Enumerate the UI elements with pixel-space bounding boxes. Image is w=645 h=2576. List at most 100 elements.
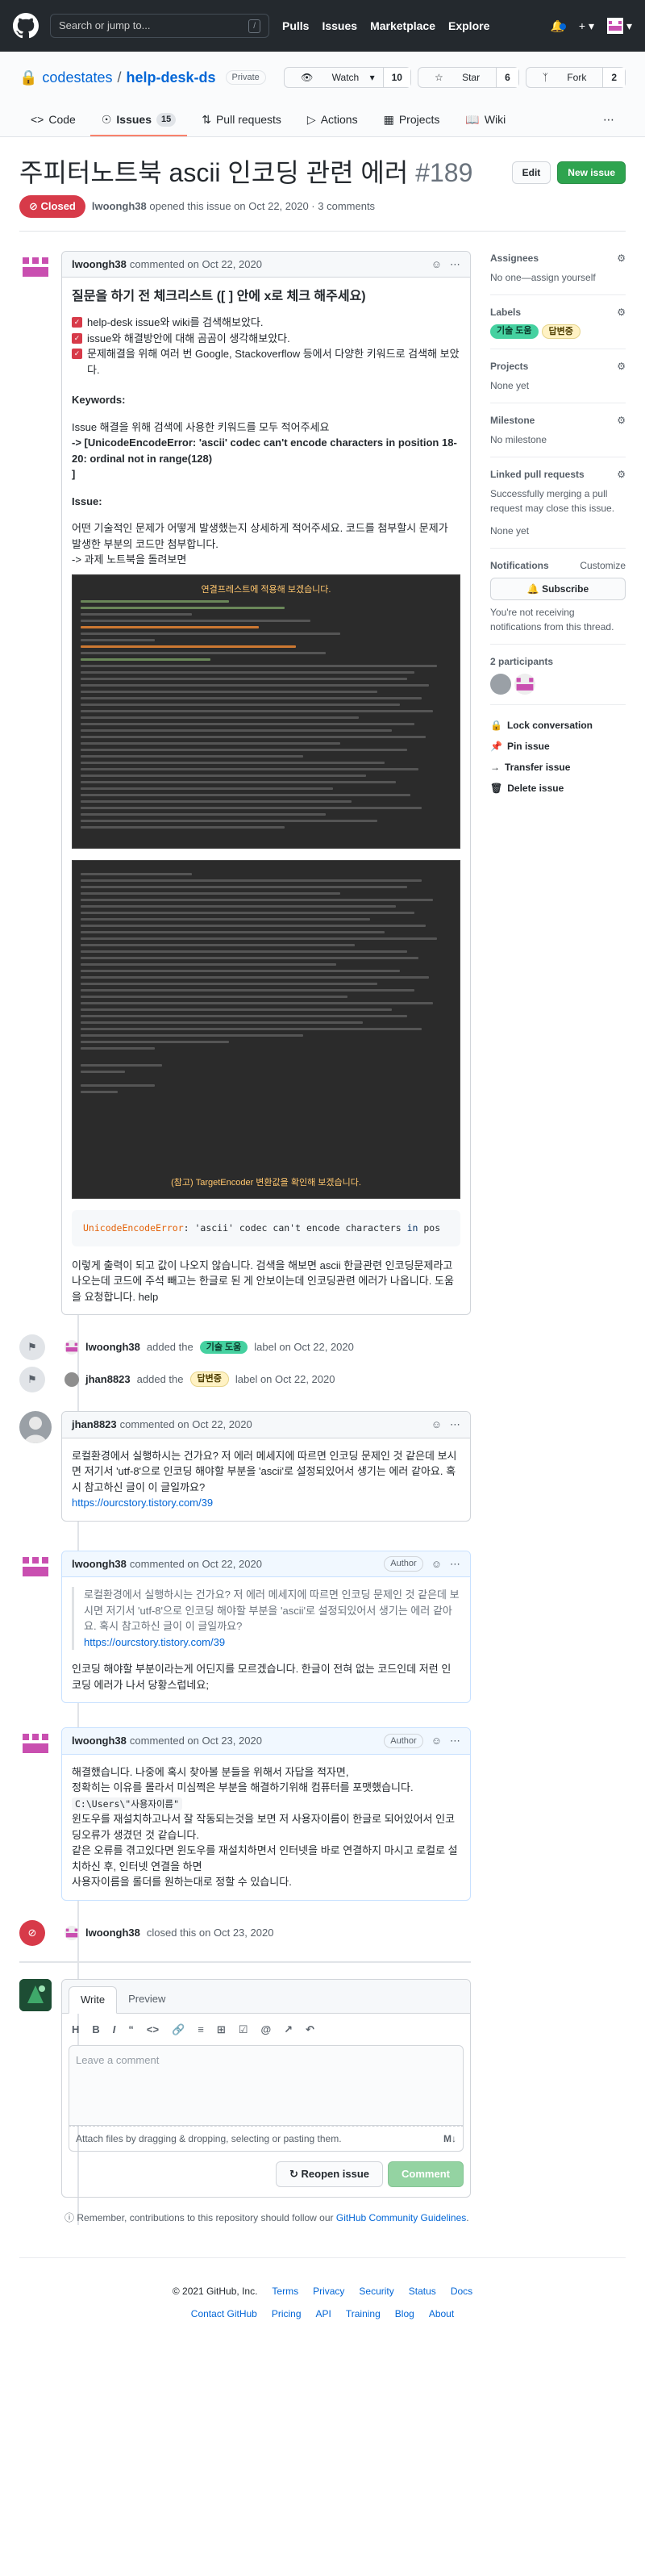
lock-conversation-link[interactable]: 🔒 Lock conversation — [490, 715, 626, 736]
watch-button[interactable]: 👁 Watch ▾ 10 — [284, 67, 411, 88]
smiley-reaction-icon[interactable]: ☺ — [431, 257, 442, 273]
avatar[interactable] — [19, 1550, 52, 1583]
reply-icon[interactable]: ↶ — [306, 2022, 314, 2038]
gear-icon[interactable]: ⚙ — [617, 413, 626, 428]
checkbox-checked-icon[interactable]: ✓ — [72, 349, 82, 359]
nav-marketplace[interactable]: Marketplace — [370, 18, 435, 35]
tab-wiki[interactable]: 📖 Wiki — [454, 105, 517, 136]
footer-link-pricing[interactable]: Pricing — [272, 2307, 302, 2321]
reference-link[interactable]: https://ourcstory.tistory.com/39 — [72, 1497, 213, 1509]
avatar[interactable] — [19, 1411, 52, 1444]
repo-owner-link[interactable]: codestates — [42, 67, 112, 89]
user-avatar[interactable]: ▾ — [606, 18, 632, 35]
comment-author-link[interactable]: jhan8823 — [72, 1417, 117, 1433]
search-input[interactable]: Search or jump to... / — [50, 14, 269, 38]
event-actor-link[interactable]: jhan8823 — [85, 1372, 131, 1388]
bold-icon[interactable]: B — [92, 2022, 99, 2038]
italic-icon[interactable]: I — [113, 2022, 116, 2038]
checkbox-checked-icon[interactable]: ✓ — [72, 332, 82, 344]
smiley-reaction-icon[interactable]: ☺ — [431, 1417, 442, 1433]
link-icon[interactable]: 🔗 — [172, 2022, 185, 2038]
new-issue-button[interactable]: New issue — [557, 161, 626, 184]
mention-icon[interactable]: @ — [260, 2022, 271, 2038]
avatar[interactable] — [19, 1979, 52, 2012]
pin-issue-link[interactable]: 📌 Pin issue — [490, 736, 626, 757]
avatar[interactable] — [19, 1727, 52, 1760]
task-list-icon[interactable]: ☑ — [239, 2022, 248, 2038]
participant-avatar[interactable] — [490, 674, 511, 695]
guidelines-link[interactable]: GitHub Community Guidelines — [336, 2212, 466, 2223]
star-button[interactable]: ☆ Star 6 — [417, 67, 519, 88]
edit-title-button[interactable]: Edit — [511, 161, 551, 184]
label-badge[interactable]: 기술 도움 — [490, 324, 539, 339]
gear-icon[interactable]: ⚙ — [617, 251, 626, 265]
kebab-menu-icon[interactable]: ⋯ — [450, 1417, 460, 1433]
kebab-menu-icon[interactable]: ⋯ — [450, 1556, 460, 1572]
github-logo-icon[interactable] — [13, 13, 39, 39]
unordered-list-icon[interactable]: ≡ — [198, 2022, 204, 2038]
gear-icon[interactable]: ⚙ — [617, 467, 626, 482]
comment-author-link[interactable]: lwoongh38 — [72, 257, 127, 273]
screenshot-image[interactable]: (참고) TargetEncoder 변환값을 확인해 보겠습니다. — [72, 859, 460, 1199]
gear-icon[interactable]: ⚙ — [617, 305, 626, 319]
avatar[interactable] — [64, 1372, 79, 1387]
event-actor-link[interactable]: lwoongh38 — [85, 1925, 140, 1941]
comment-author-link[interactable]: lwoongh38 — [72, 1556, 127, 1572]
smiley-reaction-icon[interactable]: ☺ — [431, 1733, 442, 1749]
tab-code[interactable]: <> Code — [19, 105, 87, 136]
nav-issues[interactable]: Issues — [322, 18, 357, 35]
quoted-link[interactable]: https://ourcstory.tistory.com/39 — [84, 1636, 225, 1648]
footer-link-docs[interactable]: Docs — [451, 2284, 472, 2298]
footer-link-blog[interactable]: Blog — [395, 2307, 414, 2321]
star-count[interactable]: 6 — [496, 68, 518, 87]
create-new-plus-icon[interactable]: + ▾ — [579, 18, 594, 35]
notifications-bell-icon[interactable]: 🔔 — [550, 18, 566, 35]
footer-link-api[interactable]: API — [316, 2307, 331, 2321]
reopen-issue-button[interactable]: ↻ Reopen issue — [275, 2161, 384, 2187]
markdown-icon[interactable]: M↓ — [443, 2131, 456, 2146]
footer-link-training[interactable]: Training — [346, 2307, 381, 2321]
heading-icon[interactable]: H — [72, 2022, 79, 2038]
delete-issue-link[interactable]: 🗑 Delete issue — [490, 778, 626, 799]
participant-avatar[interactable] — [514, 674, 535, 695]
footer-link-contact[interactable]: Contact GitHub — [191, 2307, 257, 2321]
comment-textarea[interactable]: Leave a comment — [69, 2045, 464, 2127]
label-badge[interactable]: 기술 도움 — [199, 1340, 248, 1355]
ordered-list-icon[interactable]: ⊞ — [217, 2022, 226, 2038]
screenshot-image[interactable]: 연결프레스트에 적용해 보겠습니다. — [72, 574, 460, 849]
cross-reference-icon[interactable]: ↗ — [284, 2022, 293, 2038]
footer-link-privacy[interactable]: Privacy — [313, 2284, 344, 2298]
repo-name-link[interactable]: help-desk-ds — [127, 67, 216, 89]
nav-explore[interactable]: Explore — [448, 18, 489, 35]
nav-pulls[interactable]: Pulls — [282, 18, 309, 35]
transfer-issue-link[interactable]: → Transfer issue — [490, 757, 626, 778]
quote-icon[interactable]: “ — [128, 2022, 134, 2038]
tab-write[interactable]: Write — [69, 1986, 118, 2014]
kebab-menu-icon[interactable]: ⋯ — [450, 257, 460, 273]
smiley-reaction-icon[interactable]: ☺ — [431, 1556, 442, 1572]
label-badge[interactable]: 답변중 — [189, 1372, 229, 1387]
label-badge[interactable]: 답변중 — [541, 324, 580, 339]
comment-author-link[interactable]: lwoongh38 — [72, 1733, 127, 1749]
footer-link-security[interactable]: Security — [359, 2284, 393, 2298]
avatar[interactable] — [64, 1340, 79, 1355]
issue-author-link[interactable]: lwoongh38 — [92, 200, 147, 212]
tab-actions[interactable]: ▷ Actions — [296, 105, 369, 136]
gear-icon[interactable]: ⚙ — [617, 359, 626, 374]
more-tabs-kebab-icon[interactable]: ⋯ — [592, 105, 626, 136]
kebab-menu-icon[interactable]: ⋯ — [450, 1733, 460, 1749]
tab-pull-requests[interactable]: ⇅ Pull requests — [190, 105, 293, 136]
footer-link-status[interactable]: Status — [409, 2284, 436, 2298]
footer-link-about[interactable]: About — [429, 2307, 454, 2321]
code-icon[interactable]: <> — [147, 2022, 159, 2038]
fork-button[interactable]: ᛉ Fork 2 — [525, 67, 626, 88]
footer-link-terms[interactable]: Terms — [272, 2284, 298, 2298]
fork-count[interactable]: 2 — [602, 68, 625, 87]
checkbox-checked-icon[interactable]: ✓ — [72, 317, 82, 328]
avatar[interactable] — [64, 1925, 79, 1940]
event-actor-link[interactable]: lwoongh38 — [85, 1339, 140, 1355]
subscribe-button[interactable]: 🔔 Subscribe — [490, 578, 626, 600]
tab-projects[interactable]: ▦ Projects — [372, 105, 452, 136]
tab-issues[interactable]: ☉ Issues 15 — [89, 105, 188, 136]
attach-files-bar[interactable]: Attach files by dragging & dropping, sel… — [69, 2126, 464, 2152]
